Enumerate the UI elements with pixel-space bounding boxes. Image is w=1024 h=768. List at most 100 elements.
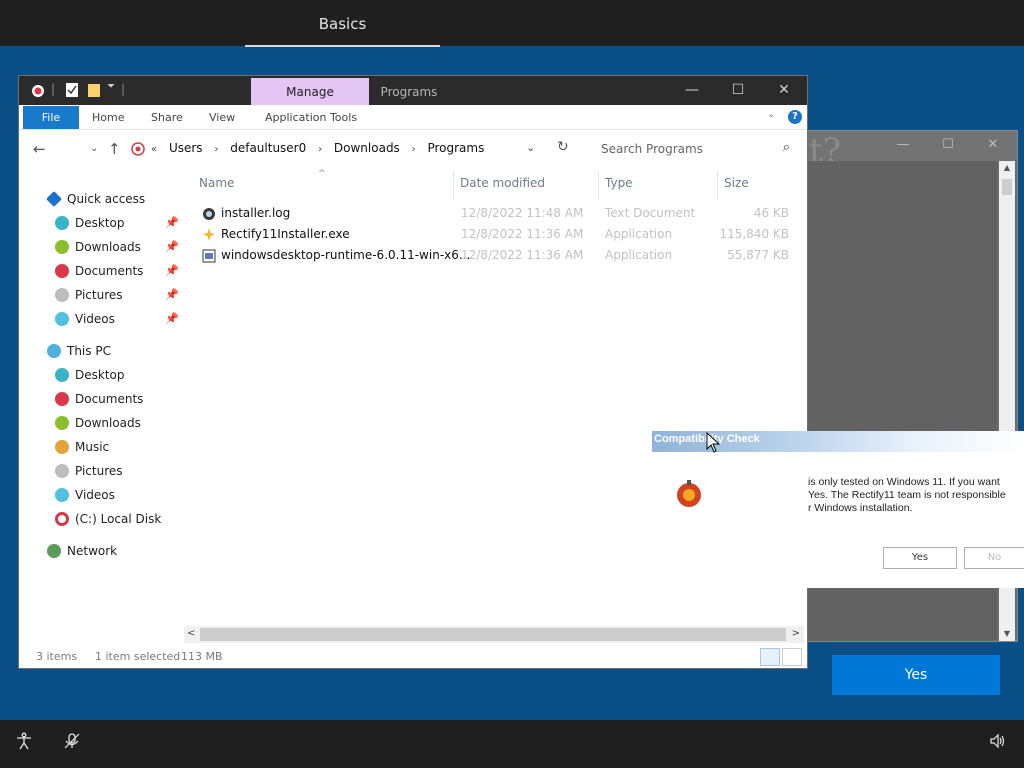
sidebar-item-quick-access[interactable]: Quick access	[46, 189, 145, 209]
pictures-icon	[55, 464, 69, 478]
qat-dropdown-icon[interactable]: ⏷	[107, 81, 115, 92]
maximize-icon[interactable]: ☐	[723, 79, 753, 101]
scrollbar-thumb[interactable]	[1002, 179, 1012, 195]
ribbon-tab-share[interactable]: Share	[151, 106, 183, 129]
column-divider[interactable]	[717, 172, 718, 200]
sidebar-item-pc-pictures[interactable]: Pictures	[55, 461, 123, 481]
expand-ribbon-icon[interactable]: ⌄	[767, 109, 775, 120]
pin-icon[interactable]: 📌	[165, 241, 179, 253]
computer-icon	[47, 344, 61, 358]
compat-no-button[interactable]: No	[964, 547, 1024, 569]
ribbon-tab-application-tools[interactable]: Application Tools	[265, 106, 357, 129]
sidebar-item-pc-videos[interactable]: Videos	[55, 485, 115, 505]
desktop-icon	[55, 368, 69, 382]
oobe-footer	[0, 720, 1024, 768]
sidebar-item-documents[interactable]: Documents	[55, 261, 143, 281]
breadcrumb-programs[interactable]: Programs	[427, 141, 484, 155]
log-file-icon	[203, 208, 215, 220]
breadcrumb-overflow-icon[interactable]: «	[151, 144, 157, 155]
sidebar-item-local-disk[interactable]: (C:) Local Disk	[55, 509, 161, 529]
scrollbar-thumb[interactable]	[200, 628, 786, 641]
qat-separator: |	[121, 82, 126, 96]
videos-icon	[55, 312, 69, 326]
pin-icon[interactable]: 📌	[165, 265, 179, 277]
breadcrumb-users[interactable]: Users	[169, 141, 203, 155]
pictures-icon	[55, 288, 69, 302]
address-bar: ← ⌄ ↑ « Users › defaultuser0 › Downloads…	[19, 131, 807, 167]
minimize-icon[interactable]: —	[677, 79, 707, 101]
horizontal-scrollbar[interactable]: < >	[184, 626, 804, 643]
sidebar-item-pc-desktop[interactable]: Desktop	[55, 365, 125, 385]
accessibility-icon[interactable]	[13, 732, 35, 754]
ribbon-tab-home[interactable]: Home	[92, 106, 124, 129]
compat-yes-button[interactable]: Yes	[883, 547, 957, 569]
star-icon	[46, 191, 62, 207]
chevron-right-icon: ›	[411, 144, 416, 155]
oobe-yes-button[interactable]: Yes	[832, 655, 1000, 695]
refresh-icon[interactable]: ↻	[557, 139, 569, 155]
sort-ascending-icon: ^	[318, 169, 326, 179]
file-menu-button[interactable]: File	[23, 106, 79, 129]
address-dropdown-icon[interactable]: ⌄	[526, 141, 535, 154]
properties-icon[interactable]	[65, 82, 79, 98]
sidebar-item-this-pc[interactable]: This PC	[47, 341, 111, 361]
oobe-header	[0, 0, 1024, 46]
setup-exe-icon	[202, 249, 216, 263]
file-row[interactable]: windowsdesktop-runtime-6.0.11-win-x6... …	[199, 245, 799, 266]
tab-programs[interactable]: Programs	[369, 78, 449, 106]
up-icon[interactable]: ↑	[108, 140, 121, 158]
sidebar-item-downloads[interactable]: Downloads	[55, 237, 141, 257]
volume-icon[interactable]	[987, 732, 1009, 754]
oobe-tab-basics[interactable]: Basics	[245, 0, 440, 48]
sidebar-item-pc-downloads[interactable]: Downloads	[55, 413, 141, 433]
search-box[interactable]: Search Programs ⌕	[594, 138, 794, 160]
file-row[interactable]: Rectify11Installer.exe 12/8/2022 11:36 A…	[199, 224, 799, 245]
close-icon[interactable]: ✕	[983, 135, 1003, 155]
ribbon-tab-view[interactable]: View	[209, 106, 235, 129]
sidebar-item-pc-documents[interactable]: Documents	[55, 389, 143, 409]
back-icon[interactable]: ←	[33, 140, 46, 158]
mouse-cursor-icon	[706, 432, 721, 453]
sidebar-item-desktop[interactable]: Desktop	[55, 213, 125, 233]
ribbon-menu: File Home Share View Application Tools ⌄…	[19, 105, 807, 130]
sidebar-item-network[interactable]: Network	[47, 541, 117, 561]
column-divider[interactable]	[598, 172, 599, 200]
close-icon[interactable]: ✕	[769, 79, 799, 101]
sidebar-item-pc-music[interactable]: Music	[55, 437, 109, 457]
recent-locations-icon[interactable]: ⌄	[90, 143, 98, 154]
column-header-size[interactable]: Size	[724, 176, 749, 194]
downloads-icon	[55, 240, 69, 254]
search-icon[interactable]: ⌕	[783, 140, 790, 155]
minimize-icon[interactable]: —	[893, 135, 913, 155]
pin-icon[interactable]: 📌	[165, 217, 179, 229]
column-header-name[interactable]: Name	[199, 176, 234, 194]
column-header-date[interactable]: Date modified	[460, 176, 545, 194]
sidebar-item-videos[interactable]: Videos	[55, 309, 115, 329]
status-bar: 3 items 1 item selected 113 MB	[19, 646, 807, 668]
details-view-icon[interactable]	[760, 648, 780, 666]
pin-icon[interactable]: 📌	[165, 289, 179, 301]
breadcrumb[interactable]: « Users › defaultuser0 › Downloads › Pro…	[151, 141, 484, 159]
column-header-type[interactable]: Type	[605, 176, 633, 194]
breadcrumb-defaultuser0[interactable]: defaultuser0	[230, 141, 306, 155]
microphone-icon[interactable]	[61, 732, 83, 754]
tab-manage[interactable]: Manage	[251, 78, 369, 106]
column-divider[interactable]	[453, 172, 454, 200]
scroll-right-icon[interactable]: >	[792, 628, 800, 639]
scroll-down-icon[interactable]: ▼	[999, 627, 1015, 641]
large-icons-view-icon[interactable]	[782, 648, 802, 666]
chevron-right-icon: ›	[318, 144, 323, 155]
file-row[interactable]: installer.log 12/8/2022 11:48 AM Text Do…	[199, 203, 799, 224]
videos-icon	[55, 488, 69, 502]
title-bar[interactable]: | ⏷ | Manage Programs — ☐ ✕	[19, 76, 807, 106]
pin-icon[interactable]: 📌	[165, 313, 179, 325]
breadcrumb-downloads[interactable]: Downloads	[334, 141, 400, 155]
maximize-icon[interactable]: ☐	[938, 135, 958, 155]
sidebar-item-pictures[interactable]: Pictures	[55, 285, 123, 305]
documents-icon	[55, 264, 69, 278]
scroll-left-icon[interactable]: <	[187, 628, 195, 639]
new-folder-icon[interactable]	[87, 82, 101, 98]
help-icon[interactable]: ?	[788, 110, 802, 124]
compat-message: is only tested on Windows 11. If you wan…	[808, 476, 1006, 514]
scroll-up-icon[interactable]: ▲	[999, 161, 1015, 175]
